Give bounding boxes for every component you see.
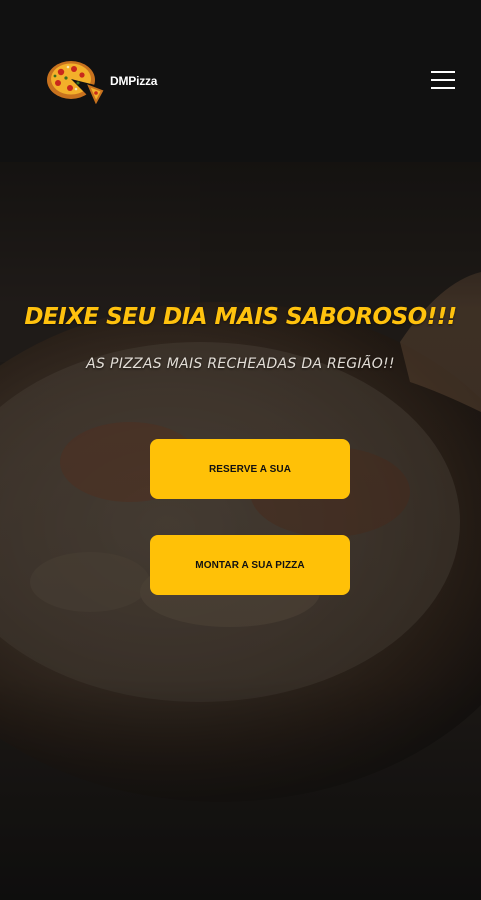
brand-name: DMPizza: [110, 74, 158, 88]
reserve-button[interactable]: RESERVE A SUA: [150, 439, 350, 499]
brand-link[interactable]: DMPizza: [46, 58, 157, 104]
hero-section: DEIXE SEU DIA MAIS SABOROSO!!! AS PIZZAS…: [0, 162, 481, 900]
hamburger-menu-icon: [431, 71, 455, 73]
hero-overlay: [0, 162, 481, 900]
hamburger-menu-icon-bar: [431, 79, 455, 81]
build-pizza-button[interactable]: MONTAR A SUA PIZZA: [150, 535, 350, 595]
pizza-logo-icon: [47, 61, 104, 104]
hamburger-menu-button[interactable]: [431, 70, 457, 92]
page: DMPizza DEIXE SEU DIA MAIS SABOROSO!!! A…: [0, 0, 481, 900]
hero-subtitle: AS PIZZAS MAIS RECHEADAS DA REGIÃO!!: [86, 356, 395, 372]
hamburger-menu-icon-bar: [431, 87, 455, 89]
site-header: DMPizza: [0, 0, 481, 162]
hero-title: DEIXE SEU DIA MAIS SABOROSO!!!: [24, 304, 457, 330]
